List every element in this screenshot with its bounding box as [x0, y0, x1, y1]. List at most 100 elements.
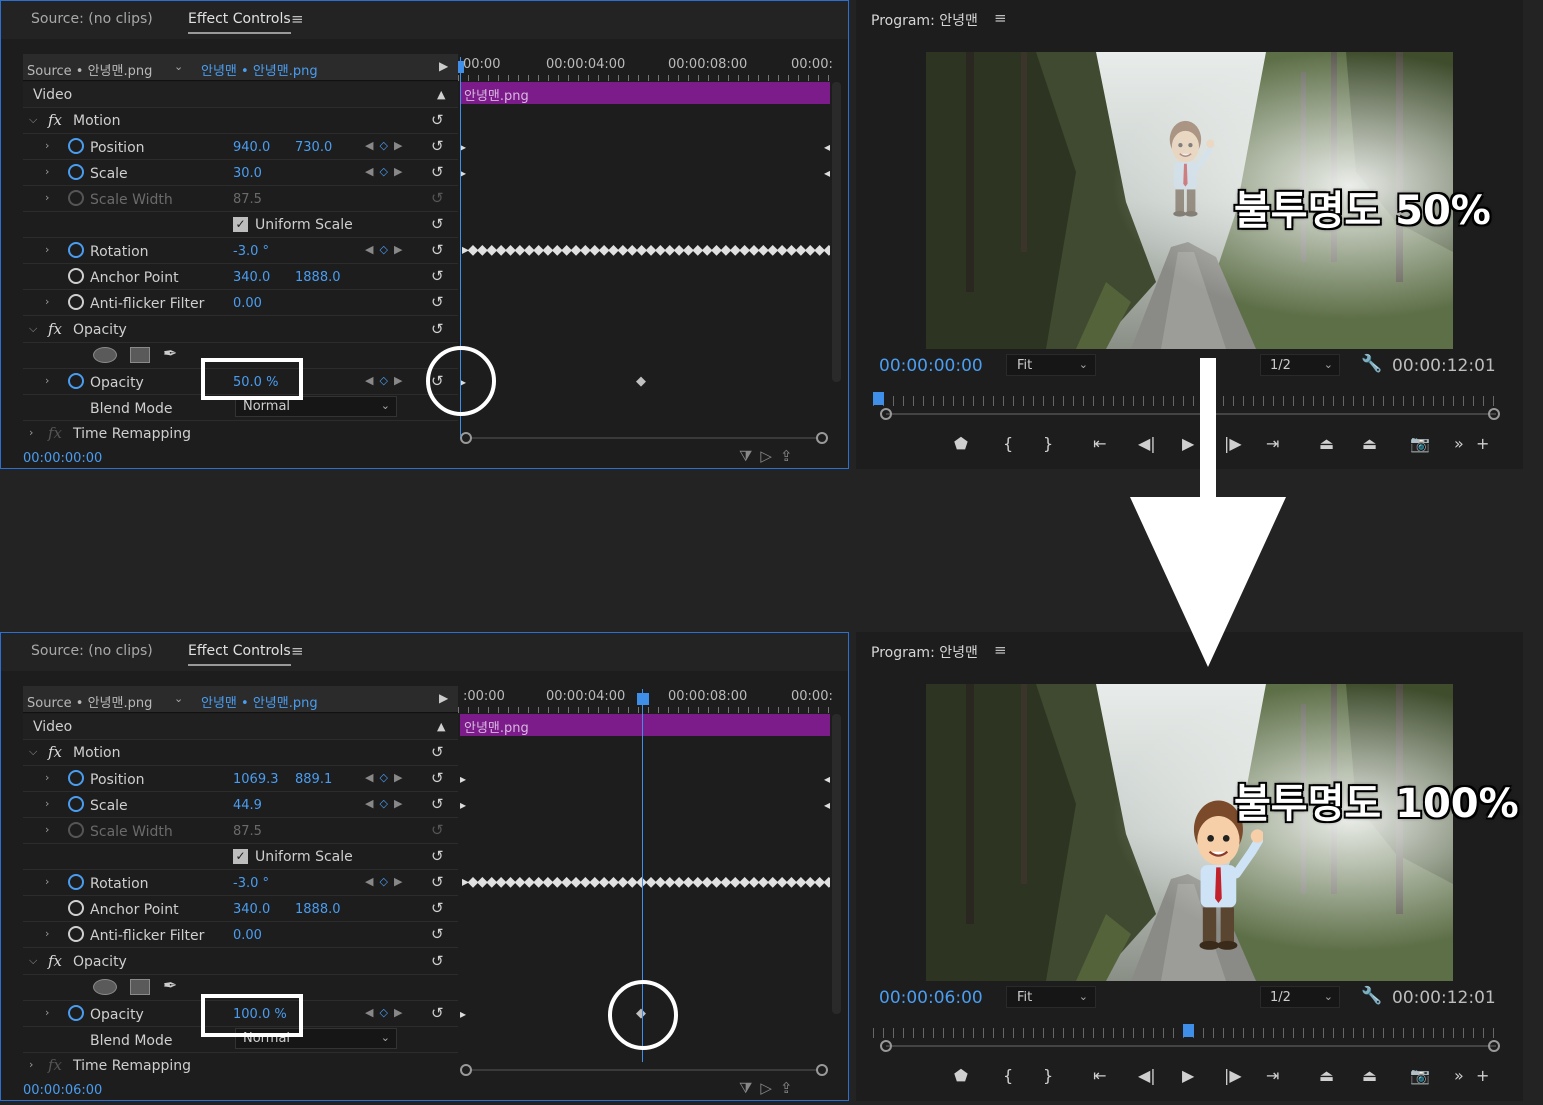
- export-icon[interactable]: ⇪: [780, 1079, 801, 1097]
- play-icon[interactable]: ▶: [1182, 434, 1194, 453]
- chevron-down-icon[interactable]: ⌵: [29, 322, 37, 336]
- timeline-zoom-scrollbar[interactable]: [460, 1063, 830, 1077]
- more-icon[interactable]: »: [1454, 1066, 1464, 1085]
- stopwatch-icon[interactable]: [68, 242, 84, 258]
- position-keyframe-track[interactable]: ▸ ◂: [460, 766, 830, 792]
- extract-icon[interactable]: ⏏: [1362, 434, 1377, 453]
- in-point-icon[interactable]: {: [1003, 434, 1013, 453]
- play-only-audio-icon[interactable]: ▶: [439, 691, 448, 705]
- out-point-icon[interactable]: }: [1043, 1066, 1053, 1085]
- chevron-down-icon[interactable]: ⌵: [29, 745, 37, 759]
- wrench-icon[interactable]: 🔧: [1361, 986, 1382, 1006]
- marker-icon[interactable]: ⬟: [954, 1066, 968, 1085]
- program-monitor-title[interactable]: Program: 안녕맨: [871, 642, 978, 662]
- clip-bar[interactable]: 안녕맨.png: [460, 82, 830, 104]
- reset-icon[interactable]: ↺: [431, 899, 444, 917]
- panel-menu-icon[interactable]: ≡: [291, 10, 304, 28]
- reset-icon[interactable]: ↺: [431, 795, 444, 813]
- add-button-icon[interactable]: +: [1476, 1066, 1489, 1085]
- chevron-right-icon[interactable]: ›: [45, 295, 49, 308]
- step-forward-icon[interactable]: |▶: [1224, 1066, 1242, 1085]
- position-y-value[interactable]: 889.1: [295, 772, 332, 787]
- scale-keyframe-track[interactable]: ▸ ◂: [460, 160, 830, 186]
- vertical-scrollbar[interactable]: [832, 82, 841, 382]
- more-icon[interactable]: »: [1454, 434, 1464, 453]
- step-back-icon[interactable]: ◀|: [1138, 434, 1156, 453]
- panel-menu-icon[interactable]: ≡: [994, 9, 1007, 27]
- antiflicker-value[interactable]: 0.00: [233, 296, 262, 311]
- collapse-up-icon[interactable]: ▲: [437, 720, 445, 733]
- reset-icon[interactable]: ↺: [431, 873, 444, 891]
- keyframe-nav[interactable]: ◀◇▶: [365, 1006, 408, 1019]
- marker-icon[interactable]: ⬟: [954, 434, 968, 453]
- lift-icon[interactable]: ⏏: [1319, 1066, 1334, 1085]
- reset-icon[interactable]: ↺: [431, 769, 444, 787]
- zoom-select[interactable]: Fit ⌄: [1006, 354, 1096, 376]
- position-x-value[interactable]: 940.0: [233, 140, 270, 155]
- rotation-keyframe-track[interactable]: ▸◆◆◆◆◆◆◆◆◆◆◆◆◆◆◆◆◆◆◆◆◆◆◆◆◆◆◆◆◆◆◆◆◆◆◆◆◆◆◆…: [460, 238, 830, 264]
- wrench-icon[interactable]: 🔧: [1361, 354, 1382, 374]
- reset-icon[interactable]: ↺: [431, 267, 444, 285]
- keyframe-nav[interactable]: ◀◇▶: [365, 797, 408, 810]
- zoom-handle-left[interactable]: [880, 1040, 892, 1052]
- stopwatch-icon[interactable]: [68, 926, 84, 942]
- chevron-down-icon[interactable]: ⌄: [174, 692, 183, 705]
- keyframe-marker[interactable]: ◂: [824, 798, 830, 812]
- chevron-down-icon[interactable]: ⌵: [29, 113, 37, 127]
- program-playhead[interactable]: [873, 392, 884, 405]
- ellipse-mask-icon[interactable]: [93, 347, 117, 363]
- source-clip-label[interactable]: Source • 안녕맨.png: [27, 60, 152, 79]
- anchor-x-value[interactable]: 340.0: [233, 902, 270, 917]
- playhead-handle[interactable]: [458, 61, 464, 73]
- tab-source[interactable]: Source: (no clips): [31, 11, 153, 27]
- keyframe-marker[interactable]: ◂: [824, 166, 830, 180]
- zoom-handle-right[interactable]: [1488, 1040, 1500, 1052]
- chevron-right-icon[interactable]: ›: [29, 426, 33, 439]
- keyframe-marker[interactable]: ◂: [824, 772, 830, 786]
- zoom-handle-right[interactable]: [816, 1064, 828, 1076]
- program-timecode[interactable]: 00:00:00:00: [879, 356, 983, 376]
- reset-icon[interactable]: ↺: [431, 137, 444, 155]
- time-remapping-row[interactable]: › fx Time Remapping: [23, 1053, 458, 1079]
- program-zoom-bar[interactable]: [880, 1040, 1500, 1053]
- chevron-right-icon[interactable]: ›: [45, 927, 49, 940]
- step-forward-icon[interactable]: |▶: [1224, 434, 1242, 453]
- playhead-handle[interactable]: [637, 693, 649, 705]
- go-to-in-icon[interactable]: ⇤: [1093, 434, 1106, 453]
- keyframe-marker[interactable]: ▸: [460, 798, 466, 812]
- export-icon[interactable]: ⇪: [780, 447, 801, 465]
- zoom-handle-left[interactable]: [460, 1064, 472, 1076]
- chevron-down-icon[interactable]: ⌄: [174, 60, 183, 73]
- play-audio-icon[interactable]: ▷: [760, 447, 780, 465]
- pen-mask-icon[interactable]: ✒: [163, 976, 177, 996]
- reset-icon[interactable]: ↺: [431, 952, 444, 970]
- scale-keyframe-track[interactable]: ▸ ◂: [460, 792, 830, 818]
- keyframe-nav[interactable]: ◀◇▶: [365, 165, 408, 178]
- reset-icon[interactable]: ↺: [431, 163, 444, 181]
- tab-effect-controls[interactable]: Effect Controls: [188, 11, 291, 34]
- reset-icon[interactable]: ↺: [431, 293, 444, 311]
- fx-icon[interactable]: fx: [48, 320, 62, 338]
- sequence-clip-label[interactable]: 안녕맨 • 안녕맨.png: [201, 692, 318, 711]
- in-point-icon[interactable]: {: [1003, 1066, 1013, 1085]
- program-time-ruler[interactable]: [873, 396, 1503, 406]
- lift-icon[interactable]: ⏏: [1319, 434, 1334, 453]
- chevron-right-icon[interactable]: ›: [45, 139, 49, 152]
- stopwatch-icon[interactable]: [68, 874, 84, 890]
- reset-icon[interactable]: ↺: [431, 743, 444, 761]
- play-icon[interactable]: ▶: [1182, 1066, 1194, 1085]
- ellipse-mask-icon[interactable]: [93, 979, 117, 995]
- time-remapping-row[interactable]: › fx Time Remapping: [23, 421, 458, 447]
- zoom-handle-right[interactable]: [1488, 408, 1500, 420]
- zoom-select[interactable]: Fit ⌄: [1006, 986, 1096, 1008]
- scale-value[interactable]: 44.9: [233, 798, 262, 813]
- stopwatch-icon[interactable]: [68, 1005, 84, 1021]
- opacity-keyframe-track[interactable]: ▸ ◆: [460, 369, 830, 395]
- program-viewer[interactable]: [926, 684, 1453, 981]
- source-clip-label[interactable]: Source • 안녕맨.png: [27, 692, 152, 711]
- filter-icon[interactable]: ⧩: [739, 1079, 760, 1097]
- tab-source[interactable]: Source: (no clips): [31, 643, 153, 659]
- rotation-value[interactable]: -3.0 °: [233, 244, 269, 259]
- go-to-out-icon[interactable]: ⇥: [1266, 434, 1279, 453]
- timeline-zoom-scrollbar[interactable]: [460, 431, 830, 445]
